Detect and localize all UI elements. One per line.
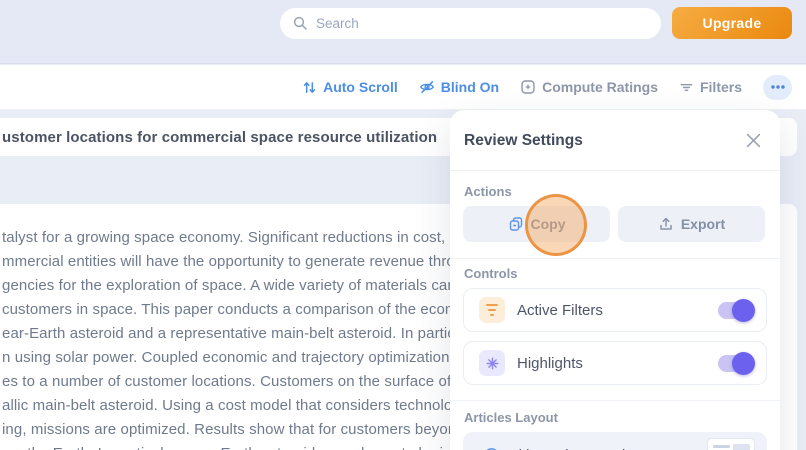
blind-on-label: Blind On [440, 79, 500, 95]
active-filters-toggle[interactable] [718, 298, 755, 322]
upgrade-button[interactable]: Upgrade [672, 7, 792, 39]
layout-preview-thumbnail [707, 438, 755, 450]
highlights-toggle[interactable] [718, 351, 755, 375]
app-window: Upgrade Auto Scroll Blind On Compute Rat… [0, 0, 806, 450]
sparkle-chip-icon [479, 350, 505, 376]
articles-layout-section-label: Articles Layout [464, 410, 558, 425]
filters-label: Filters [699, 79, 742, 95]
copy-label: Copy [530, 216, 566, 232]
copy-icon [509, 217, 522, 231]
copy-button[interactable]: Copy [463, 206, 610, 242]
review-toolbar: Auto Scroll Blind On Compute Ratings Fil… [0, 65, 806, 110]
layout-option-title-abstract[interactable]: Title & Abstract view [463, 432, 767, 450]
panel-title: Review Settings [464, 132, 583, 149]
search-input[interactable] [280, 8, 661, 39]
top-bar: Upgrade [0, 0, 806, 64]
compute-ratings-button[interactable]: Compute Ratings [520, 79, 658, 95]
review-settings-panel: Review Settings Actions Copy Export Cont… [450, 110, 780, 450]
export-button[interactable]: Export [618, 206, 765, 242]
divider [450, 258, 780, 259]
highlights-label: Highlights [517, 354, 583, 372]
eye-off-icon [419, 81, 434, 94]
toggle-knob [732, 298, 755, 322]
active-filters-row[interactable]: Active Filters [463, 288, 767, 332]
toggle-knob [732, 351, 755, 375]
actions-section-label: Actions [464, 184, 512, 199]
divider [450, 400, 780, 401]
filter-chip-icon [479, 297, 505, 323]
more-options-button[interactable] [763, 74, 792, 100]
filters-button[interactable]: Filters [679, 79, 742, 95]
highlights-row[interactable]: Highlights [463, 341, 767, 385]
compute-ratings-label: Compute Ratings [542, 79, 658, 95]
divider [450, 170, 780, 171]
controls-section-label: Controls [464, 266, 518, 281]
export-icon [660, 217, 672, 230]
filter-lines-icon [680, 83, 693, 91]
ratings-box-icon [521, 80, 535, 94]
layout-option-label: Title & Abstract view [510, 447, 707, 450]
layout-option-icon [486, 447, 497, 450]
search-box [280, 8, 661, 39]
article-title: ustomer locations for commercial space r… [2, 128, 438, 146]
ellipsis-icon [770, 85, 785, 89]
close-icon [746, 133, 760, 148]
sort-arrows-icon [303, 81, 316, 93]
auto-scroll-label: Auto Scroll [323, 79, 398, 95]
blind-on-button[interactable]: Blind On [419, 79, 499, 95]
close-button[interactable] [744, 133, 762, 151]
auto-scroll-button[interactable]: Auto Scroll [302, 79, 398, 95]
active-filters-label: Active Filters [517, 301, 603, 319]
export-label: Export [680, 216, 726, 232]
